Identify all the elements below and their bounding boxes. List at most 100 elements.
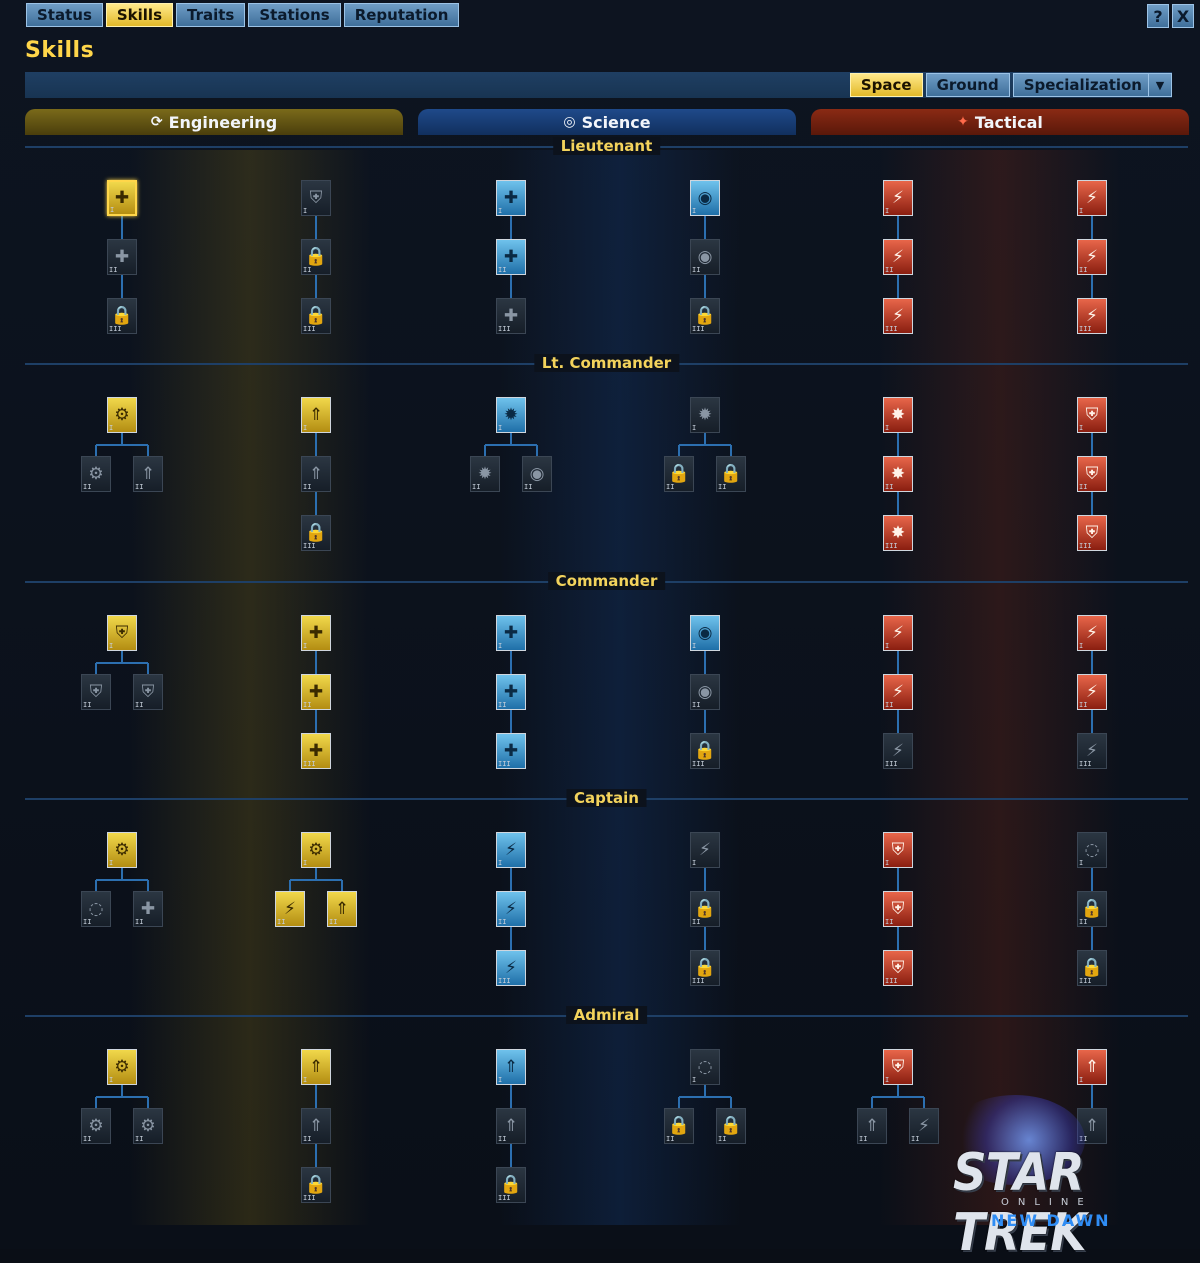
tier-mark: I <box>885 642 890 650</box>
sci-cpt-b-3[interactable]: 🔒 III <box>690 950 720 986</box>
tac-cpt-a-1[interactable]: ⛨ I <box>883 832 913 868</box>
sci-cpt-a-2[interactable]: ⚡ II <box>496 891 526 927</box>
sci-adm-a-3[interactable]: 🔒 III <box>496 1167 526 1203</box>
tac-lt-b-3[interactable]: ⚡ III <box>1077 298 1107 334</box>
subtab-space[interactable]: Space <box>849 73 923 97</box>
eng-ltc-b-2[interactable]: ⇑ II <box>301 456 331 492</box>
tac-cpt-a-3[interactable]: ⛨ III <box>883 950 913 986</box>
eng-lt-a-3[interactable]: 🔒 III <box>107 298 137 334</box>
tac-lt-b-1[interactable]: ⚡ I <box>1077 180 1107 216</box>
tac-adm-a-2a[interactable]: ⇑ II <box>857 1108 887 1144</box>
eng-adm-a-2b[interactable]: ⚙ II <box>133 1108 163 1144</box>
tac-ltc-b-2[interactable]: ⛨ II <box>1077 456 1107 492</box>
sci-cpt-b-1[interactable]: ⚡ I <box>690 832 720 868</box>
sci-ltc-b-2a[interactable]: 🔒 II <box>664 456 694 492</box>
tab-status[interactable]: Status <box>26 3 103 27</box>
sci-cmd-b-1[interactable]: ◉ I <box>690 615 720 651</box>
tab-skills[interactable]: Skills <box>105 3 174 27</box>
tac-lt-a-3[interactable]: ⚡ III <box>883 298 913 334</box>
tac-cpt-b-1[interactable]: ◌ I <box>1077 832 1107 868</box>
eng-lt-a-2[interactable]: ✚ II <box>107 239 137 275</box>
tac-cmd-a-3[interactable]: ⚡ III <box>883 733 913 769</box>
eng-ltc-b-3[interactable]: 🔒 III <box>301 515 331 551</box>
tac-cmd-b-2[interactable]: ⚡ II <box>1077 674 1107 710</box>
tac-lt-a-2[interactable]: ⚡ II <box>883 239 913 275</box>
eng-lt-b-1[interactable]: ⛨ I <box>301 180 331 216</box>
sci-ltc-b-1[interactable]: ✹ I <box>690 397 720 433</box>
eng-cmd-b-1[interactable]: ✚ I <box>301 615 331 651</box>
eng-ltc-a-1[interactable]: ⚙ I <box>107 397 137 433</box>
sci-lt-b-1[interactable]: ◉ I <box>690 180 720 216</box>
eng-cpt-a-1[interactable]: ⚙ I <box>107 832 137 868</box>
sci-cmd-b-3[interactable]: 🔒 III <box>690 733 720 769</box>
eng-cmd-b-3[interactable]: ✚ III <box>301 733 331 769</box>
eng-cpt-b-1[interactable]: ⚙ I <box>301 832 331 868</box>
tac-cpt-b-2[interactable]: 🔒 II <box>1077 891 1107 927</box>
eng-ltc-b-1[interactable]: ⇑ I <box>301 397 331 433</box>
sci-ltc-a-1[interactable]: ✹ I <box>496 397 526 433</box>
tac-cpt-a-2[interactable]: ⛨ II <box>883 891 913 927</box>
help-button[interactable]: ? <box>1147 4 1169 28</box>
eng-lt-b-3[interactable]: 🔒 III <box>301 298 331 334</box>
eng-cmd-a-1[interactable]: ⛨ I <box>107 615 137 651</box>
sci-lt-b-3[interactable]: 🔒 III <box>690 298 720 334</box>
tac-lt-b-2[interactable]: ⚡ II <box>1077 239 1107 275</box>
sci-cmd-a-1[interactable]: ✚ I <box>496 615 526 651</box>
eng-cmd-a-2a[interactable]: ⛨ II <box>81 674 111 710</box>
subtab-ground[interactable]: Ground <box>925 73 1010 97</box>
tac-ltc-a-2[interactable]: ✸ II <box>883 456 913 492</box>
sci-lt-a-1[interactable]: ✚ I <box>496 180 526 216</box>
tac-adm-b-1[interactable]: ⇑ I <box>1077 1049 1107 1085</box>
sci-cpt-b-2[interactable]: 🔒 II <box>690 891 720 927</box>
sci-adm-b-1[interactable]: ◌ I <box>690 1049 720 1085</box>
eng-cpt-b-2a[interactable]: ⚡ II <box>275 891 305 927</box>
tac-cmd-b-1[interactable]: ⚡ I <box>1077 615 1107 651</box>
eng-ltc-a-2b[interactable]: ⇑ II <box>133 456 163 492</box>
sci-adm-a-1[interactable]: ⇑ I <box>496 1049 526 1085</box>
sci-cpt-a-1[interactable]: ⚡ I <box>496 832 526 868</box>
tac-lt-a-1[interactable]: ⚡ I <box>883 180 913 216</box>
chevron-down-icon[interactable]: ▼ <box>1148 74 1171 96</box>
sci-adm-b-2b[interactable]: 🔒 II <box>716 1108 746 1144</box>
tac-adm-a-1[interactable]: ⛨ I <box>883 1049 913 1085</box>
sci-cmd-a-2[interactable]: ✚ II <box>496 674 526 710</box>
sci-cpt-a-3[interactable]: ⚡ III <box>496 950 526 986</box>
eng-adm-b-1[interactable]: ⇑ I <box>301 1049 331 1085</box>
close-button[interactable]: X <box>1172 4 1194 28</box>
sci-ltc-a-2a[interactable]: ✹ II <box>470 456 500 492</box>
eng-cpt-a-2b[interactable]: ✚ II <box>133 891 163 927</box>
tab-stations[interactable]: Stations <box>248 3 341 27</box>
eng-cmd-a-2b[interactable]: ⛨ II <box>133 674 163 710</box>
tac-cmd-b-3[interactable]: ⚡ III <box>1077 733 1107 769</box>
tac-ltc-a-1[interactable]: ✸ I <box>883 397 913 433</box>
eng-cmd-b-2[interactable]: ✚ II <box>301 674 331 710</box>
tac-cmd-a-1[interactable]: ⚡ I <box>883 615 913 651</box>
eng-cpt-a-2a[interactable]: ◌ II <box>81 891 111 927</box>
eng-adm-b-3[interactable]: 🔒 III <box>301 1167 331 1203</box>
eng-cpt-b-2b[interactable]: ⇑ II <box>327 891 357 927</box>
tac-ltc-b-1[interactable]: ⛨ I <box>1077 397 1107 433</box>
sci-cmd-b-2[interactable]: ◉ II <box>690 674 720 710</box>
eng-adm-a-2a[interactable]: ⚙ II <box>81 1108 111 1144</box>
eng-adm-a-1[interactable]: ⚙ I <box>107 1049 137 1085</box>
eng-adm-b-2[interactable]: ⇑ II <box>301 1108 331 1144</box>
tac-ltc-a-3[interactable]: ✸ III <box>883 515 913 551</box>
tac-cmd-a-2[interactable]: ⚡ II <box>883 674 913 710</box>
tac-ltc-b-3[interactable]: ⛨ III <box>1077 515 1107 551</box>
sci-adm-b-2a[interactable]: 🔒 II <box>664 1108 694 1144</box>
tree-connector <box>315 1085 317 1108</box>
tab-traits[interactable]: Traits <box>176 3 246 27</box>
eng-lt-a-1[interactable]: ✚ I <box>107 180 137 216</box>
sci-adm-a-2[interactable]: ⇑ II <box>496 1108 526 1144</box>
tac-cpt-b-3[interactable]: 🔒 III <box>1077 950 1107 986</box>
sci-lt-a-3[interactable]: ✚ III <box>496 298 526 334</box>
sci-lt-b-2[interactable]: ◉ II <box>690 239 720 275</box>
subtab-specialization[interactable]: Specialization ▼ <box>1012 73 1172 97</box>
sci-ltc-a-2b[interactable]: ◉ II <box>522 456 552 492</box>
sci-ltc-b-2b[interactable]: 🔒 II <box>716 456 746 492</box>
tab-reputation[interactable]: Reputation <box>343 3 460 27</box>
eng-lt-b-2[interactable]: 🔒 II <box>301 239 331 275</box>
eng-ltc-a-2a[interactable]: ⚙ II <box>81 456 111 492</box>
sci-cmd-a-3[interactable]: ✚ III <box>496 733 526 769</box>
sci-lt-a-2[interactable]: ✚ II <box>496 239 526 275</box>
